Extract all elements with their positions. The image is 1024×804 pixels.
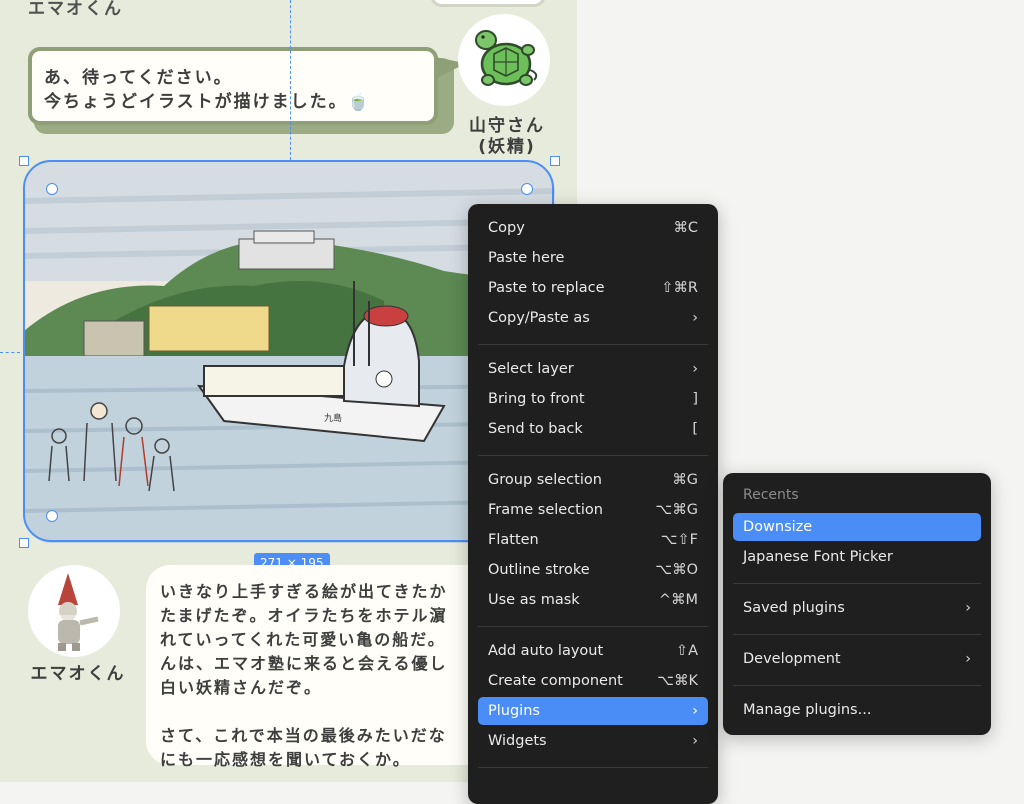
- menu-item-shortcut: ⇧A: [675, 643, 698, 659]
- turtle-name-text: 山守さん (妖精): [469, 116, 545, 157]
- menu-item-label: Frame selection: [488, 502, 603, 518]
- menu-item-shortcut: ⌥⌘K: [657, 673, 698, 689]
- menu-divider: [733, 634, 981, 635]
- menu-item-label: Use as mask: [488, 592, 580, 608]
- corner-radius-handle-top-left[interactable]: [46, 183, 58, 195]
- chevron-right-icon: ›: [692, 703, 698, 719]
- menu-item-send-to-back[interactable]: Send to back [: [478, 415, 708, 443]
- resize-handle-top-left[interactable]: [19, 156, 29, 166]
- resize-handle-bottom-left[interactable]: [19, 538, 29, 548]
- top-speaker-name: エマオくん: [28, 0, 123, 19]
- menu-item-label: Widgets: [488, 733, 547, 749]
- gnome-icon: [58, 573, 99, 651]
- menu-item-create-component[interactable]: Create component ⌥⌘K: [478, 667, 708, 695]
- menu-item-paste-to-replace[interactable]: Paste to replace ⇧⌘R: [478, 274, 708, 302]
- turtle-icon: [475, 30, 538, 86]
- chevron-right-icon: ›: [692, 733, 698, 749]
- plugin-item-manage-plugins[interactable]: Manage plugins...: [733, 696, 981, 724]
- menu-item-shortcut: ⌥⌘G: [655, 502, 698, 518]
- menu-item-flatten[interactable]: Flatten ⌥⇧F: [478, 526, 708, 554]
- menu-item-shortcut: ^⌘M: [658, 592, 698, 608]
- menu-item-plugins[interactable]: Plugins ›: [478, 697, 708, 725]
- resize-handle-top-right[interactable]: [550, 156, 560, 166]
- menu-item-copy[interactable]: Copy ⌘C: [478, 214, 708, 242]
- menu-item-label: Group selection: [488, 472, 602, 488]
- boat-label: 九島: [324, 412, 342, 424]
- menu-item-shortcut: ⇧⌘R: [661, 280, 698, 296]
- bottom-bubble-text[interactable]: いきなり上手すぎる絵が出てきたか たまげたぞ。オイラたちをホテル濵 れていってく…: [160, 580, 470, 772]
- menu-item-add-auto-layout[interactable]: Add auto layout ⇧A: [478, 637, 708, 665]
- gnome-speaker-name: エマオくん: [30, 664, 126, 684]
- menu-divider: [478, 455, 708, 456]
- horizontal-guide: [0, 352, 20, 353]
- menu-item-label: Manage plugins...: [743, 702, 872, 718]
- menu-divider: [478, 626, 708, 627]
- menu-item-label: Copy/Paste as: [488, 310, 590, 326]
- menu-item-label: Japanese Font Picker: [743, 549, 893, 565]
- vertical-guide: [290, 0, 291, 160]
- plugin-item-saved-plugins[interactable]: Saved plugins ›: [733, 594, 981, 622]
- menu-divider: [733, 583, 981, 584]
- menu-item-use-as-mask[interactable]: Use as mask ^⌘M: [478, 586, 708, 614]
- menu-item-shortcut: [: [692, 421, 698, 437]
- menu-item-paste-here[interactable]: Paste here: [478, 244, 708, 272]
- menu-item-label: Paste to replace: [488, 280, 605, 296]
- gnome-avatar[interactable]: [28, 565, 120, 657]
- menu-item-copy-paste-as[interactable]: Copy/Paste as ›: [478, 304, 708, 332]
- menu-item-label: Outline stroke: [488, 562, 590, 578]
- menu-item-shortcut: ⌥⌘O: [655, 562, 698, 578]
- menu-item-outline-stroke[interactable]: Outline stroke ⌥⌘O: [478, 556, 708, 584]
- menu-divider: [478, 344, 708, 345]
- chevron-right-icon: ›: [692, 361, 698, 377]
- menu-item-label: Downsize: [743, 519, 813, 535]
- menu-item-label: Development: [743, 651, 841, 667]
- chevron-right-icon: ›: [965, 651, 971, 667]
- chevron-right-icon: ›: [965, 600, 971, 616]
- corner-radius-handle-top-right[interactable]: [521, 183, 533, 195]
- recents-header: Recents: [743, 487, 799, 503]
- menu-item-label: Paste here: [488, 250, 565, 266]
- menu-item-shortcut: ⌘G: [672, 472, 698, 488]
- menu-item-label: Plugins: [488, 703, 540, 719]
- menu-item-shortcut: ⌥⇧F: [660, 532, 698, 548]
- menu-item-shortcut: ⌘C: [673, 220, 698, 236]
- menu-item-label: Copy: [488, 220, 525, 236]
- plugin-item-downsize[interactable]: Downsize: [733, 513, 981, 541]
- menu-divider: [733, 685, 981, 686]
- menu-item-label: Send to back: [488, 421, 583, 437]
- menu-item-widgets[interactable]: Widgets ›: [478, 727, 708, 755]
- context-menu: Copy ⌘C Paste here Paste to replace ⇧⌘R …: [468, 204, 718, 804]
- turtle-speaker-name: 山守さん (妖精): [462, 116, 552, 158]
- menu-item-shortcut: ]: [692, 391, 698, 407]
- previous-bubble-edge: [430, 0, 546, 7]
- chevron-right-icon: ›: [692, 310, 698, 326]
- corner-radius-handle-bottom-left[interactable]: [46, 510, 58, 522]
- menu-item-label: Select layer: [488, 361, 574, 377]
- menu-item-frame-selection[interactable]: Frame selection ⌥⌘G: [478, 496, 708, 524]
- menu-item-select-layer[interactable]: Select layer ›: [478, 355, 708, 383]
- menu-item-label: Bring to front: [488, 391, 585, 407]
- menu-item-label: Create component: [488, 673, 623, 689]
- plugins-submenu: Recents Downsize Japanese Font Picker Sa…: [723, 473, 991, 735]
- menu-item-label: Add auto layout: [488, 643, 604, 659]
- plugin-item-japanese-font-picker[interactable]: Japanese Font Picker: [733, 543, 981, 571]
- plugin-item-development[interactable]: Development ›: [733, 645, 981, 673]
- menu-item-label: Flatten: [488, 532, 539, 548]
- speech-bubble-text[interactable]: あ、待ってください。 今ちょうどイラストが描けました。🍵: [44, 66, 371, 114]
- menu-divider: [478, 767, 708, 768]
- menu-item-group-selection[interactable]: Group selection ⌘G: [478, 466, 708, 494]
- turtle-avatar[interactable]: [458, 14, 550, 106]
- menu-item-bring-to-front[interactable]: Bring to front ]: [478, 385, 708, 413]
- menu-item-label: Saved plugins: [743, 600, 845, 616]
